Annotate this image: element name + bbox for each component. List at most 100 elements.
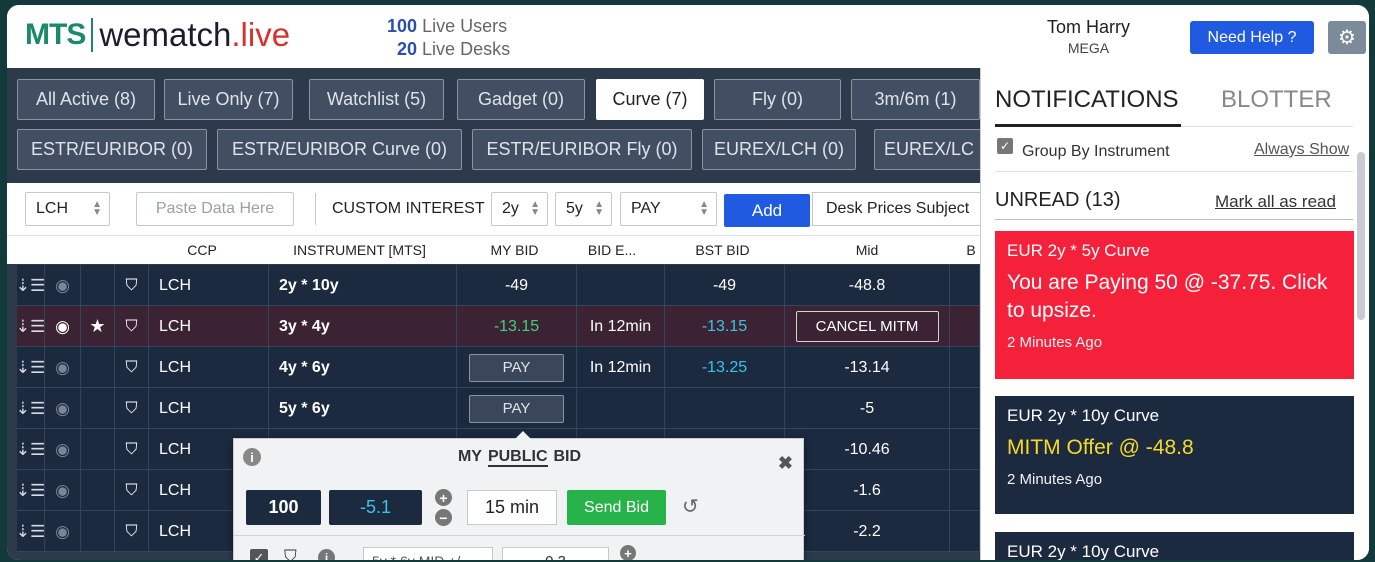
- cancel-mitm-button[interactable]: CANCEL MITM: [795, 311, 939, 342]
- mark-all-read-link[interactable]: Mark all as read: [1215, 192, 1336, 212]
- filter-tab-4[interactable]: Curve (7): [596, 79, 704, 120]
- price-field[interactable]: -5.1: [329, 490, 422, 525]
- eye-icon[interactable]: ◉: [55, 481, 70, 501]
- sort-icon[interactable]: ⇣☰: [16, 399, 45, 419]
- undo-icon[interactable]: ↺: [682, 494, 699, 519]
- cell-mid: -2.2: [785, 511, 950, 552]
- exchange-tab-1[interactable]: ESTR/EURIBOR Curve (0): [217, 129, 462, 170]
- row-icon-cell: [950, 347, 980, 388]
- user-name: Tom Harry: [1047, 17, 1131, 37]
- notification-card[interactable]: EUR 2y * 5y Curve You are Paying 50 @ -3…: [995, 231, 1354, 379]
- col-instrument[interactable]: INSTRUMENT [MTS]: [272, 242, 447, 258]
- group-by-label: Group By Instrument: [1022, 143, 1170, 160]
- eye-icon[interactable]: ◉: [55, 440, 70, 460]
- live-users-label: Live Users: [422, 16, 508, 36]
- need-help-button[interactable]: Need Help ?: [1190, 21, 1314, 54]
- col-b[interactable]: B: [962, 242, 980, 258]
- add-button[interactable]: Add: [724, 194, 810, 227]
- cell-mid: -1.6: [785, 470, 950, 511]
- divider: [234, 535, 805, 536]
- exchange-tab-3[interactable]: EUREX/LCH (0): [702, 129, 856, 170]
- filter-tab-1[interactable]: Live Only (7): [164, 79, 293, 120]
- sort-icon[interactable]: ⇣☰: [16, 317, 45, 337]
- row-icon-cell: ⛉: [115, 388, 149, 429]
- header: MTS wematch.live 100 Live Users 20 Live …: [7, 5, 1369, 68]
- user-info[interactable]: Tom Harry MEGA: [1047, 17, 1130, 56]
- plus-icon[interactable]: +: [620, 545, 636, 560]
- ccp-select-value: LCH: [36, 200, 69, 217]
- peg-checkbox[interactable]: ✓: [250, 549, 268, 560]
- pay-button[interactable]: PAY: [469, 353, 564, 382]
- eye-icon[interactable]: ◉: [55, 358, 70, 378]
- col-bst-bid[interactable]: BST BID: [675, 242, 770, 258]
- close-icon[interactable]: ✖: [778, 453, 793, 474]
- live-stats: 100 Live Users 20 Live Desks: [385, 15, 510, 61]
- shield-icon: ⛉: [125, 440, 138, 458]
- exchange-tab-4[interactable]: EUREX/LC: [874, 129, 980, 170]
- quantity-field[interactable]: 100: [246, 490, 321, 525]
- always-show-link[interactable]: Always Show: [1254, 141, 1349, 159]
- tenor1-select[interactable]: 2y ▲ ▼: [491, 192, 548, 226]
- row-icon-cell: [81, 429, 115, 470]
- popup-title-public[interactable]: PUBLIC: [487, 448, 548, 467]
- tab-blotter[interactable]: BLOTTER: [1221, 86, 1332, 114]
- table-row[interactable]: ⇣☰ ◉ ★ ⛉ LCH 3y * 4y -13.15 In 12min -13.15 CANCE…: [16, 306, 980, 347]
- col-bid-e[interactable]: BID E...: [577, 242, 647, 258]
- col-mid[interactable]: Mid: [822, 242, 912, 258]
- gear-icon: ⚙: [1338, 27, 1356, 49]
- exchange-tab-0[interactable]: ESTR/EURIBOR (0): [17, 129, 207, 170]
- eye-icon[interactable]: ◉: [55, 522, 70, 542]
- mid-offset-field[interactable]: 0.3: [502, 547, 609, 560]
- cell-ccp: LCH: [149, 388, 269, 429]
- cell-bid-e: In 12min: [577, 347, 665, 388]
- direction-select[interactable]: PAY ▲ ▼: [620, 192, 717, 226]
- scrollbar[interactable]: [1357, 152, 1365, 320]
- notification-card[interactable]: EUR 2y * 10y Curve: [995, 532, 1354, 560]
- sort-icon[interactable]: ⇣☰: [16, 276, 45, 296]
- filter-tab-2[interactable]: Watchlist (5): [309, 79, 444, 120]
- tenor2-select[interactable]: 5y ▲ ▼: [555, 192, 612, 226]
- col-ccp[interactable]: CCP: [167, 242, 237, 258]
- time-field[interactable]: 15 min: [467, 490, 557, 525]
- ccp-select[interactable]: LCH ▲ ▼: [25, 192, 110, 226]
- row-icon-cell: [950, 265, 980, 306]
- cell-bst-bid: -13.15: [665, 306, 785, 347]
- settings-button[interactable]: ⚙: [1328, 21, 1366, 54]
- eye-icon[interactable]: ◉: [55, 276, 70, 296]
- active-tab-indicator: [995, 124, 1181, 127]
- sort-icon[interactable]: ⇣☰: [16, 440, 45, 460]
- row-icon-cell: ⛉: [115, 470, 149, 511]
- table-row[interactable]: ⇣☰ ◉ ⛉ LCH 2y * 10y -49 -49 -48.8: [16, 265, 980, 306]
- star-icon[interactable]: ★: [89, 316, 105, 337]
- logo-brand: wematch.live: [99, 16, 290, 54]
- group-by-checkbox[interactable]: ✓: [997, 138, 1013, 154]
- minus-icon[interactable]: −: [435, 509, 452, 526]
- row-icon-cell: ◉: [45, 388, 81, 429]
- notification-card[interactable]: EUR 2y * 10y Curve MITM Offer @ -48.8 2 …: [995, 396, 1354, 514]
- filter-tab-0[interactable]: All Active (8): [17, 79, 155, 120]
- logo-divider: [91, 18, 94, 52]
- eye-icon[interactable]: ◉: [55, 399, 70, 419]
- mid-reference-select[interactable]: 5y * 6y MID +/-: [363, 547, 493, 560]
- sort-icon[interactable]: ⇣☰: [16, 481, 45, 501]
- shield-icon: ⛉: [125, 358, 138, 376]
- sort-icon[interactable]: ⇣☰: [16, 522, 45, 542]
- desk-prices-toggle[interactable]: Desk Prices Subject: [812, 192, 980, 226]
- filter-tab-3[interactable]: Gadget (0): [457, 79, 585, 120]
- filter-tab-6[interactable]: 3m/6m (1): [851, 79, 980, 120]
- table-row[interactable]: ⇣☰ ◉ ⛉ LCH 5y * 6y PAY -5: [16, 388, 980, 429]
- filter-tab-5[interactable]: Fly (0): [714, 79, 841, 120]
- sort-icon[interactable]: ⇣☰: [16, 358, 45, 378]
- logo-mts: MTS: [25, 18, 86, 51]
- send-bid-button[interactable]: Send Bid: [567, 490, 666, 525]
- info-icon[interactable]: i: [318, 549, 335, 560]
- paste-data-input[interactable]: Paste Data Here: [136, 192, 294, 226]
- live-desks-label: Live Desks: [422, 39, 511, 59]
- eye-icon[interactable]: ◉: [55, 317, 70, 337]
- pay-button[interactable]: PAY: [469, 394, 564, 423]
- plus-icon[interactable]: +: [435, 489, 452, 506]
- exchange-tab-2[interactable]: ESTR/EURIBOR Fly (0): [472, 129, 692, 170]
- table-row[interactable]: ⇣☰ ◉ ⛉ LCH 4y * 6y PAY In 12min -13.25 -13.14: [16, 347, 980, 388]
- col-my-bid[interactable]: MY BID: [472, 242, 557, 258]
- tab-notifications[interactable]: NOTIFICATIONS: [995, 86, 1179, 114]
